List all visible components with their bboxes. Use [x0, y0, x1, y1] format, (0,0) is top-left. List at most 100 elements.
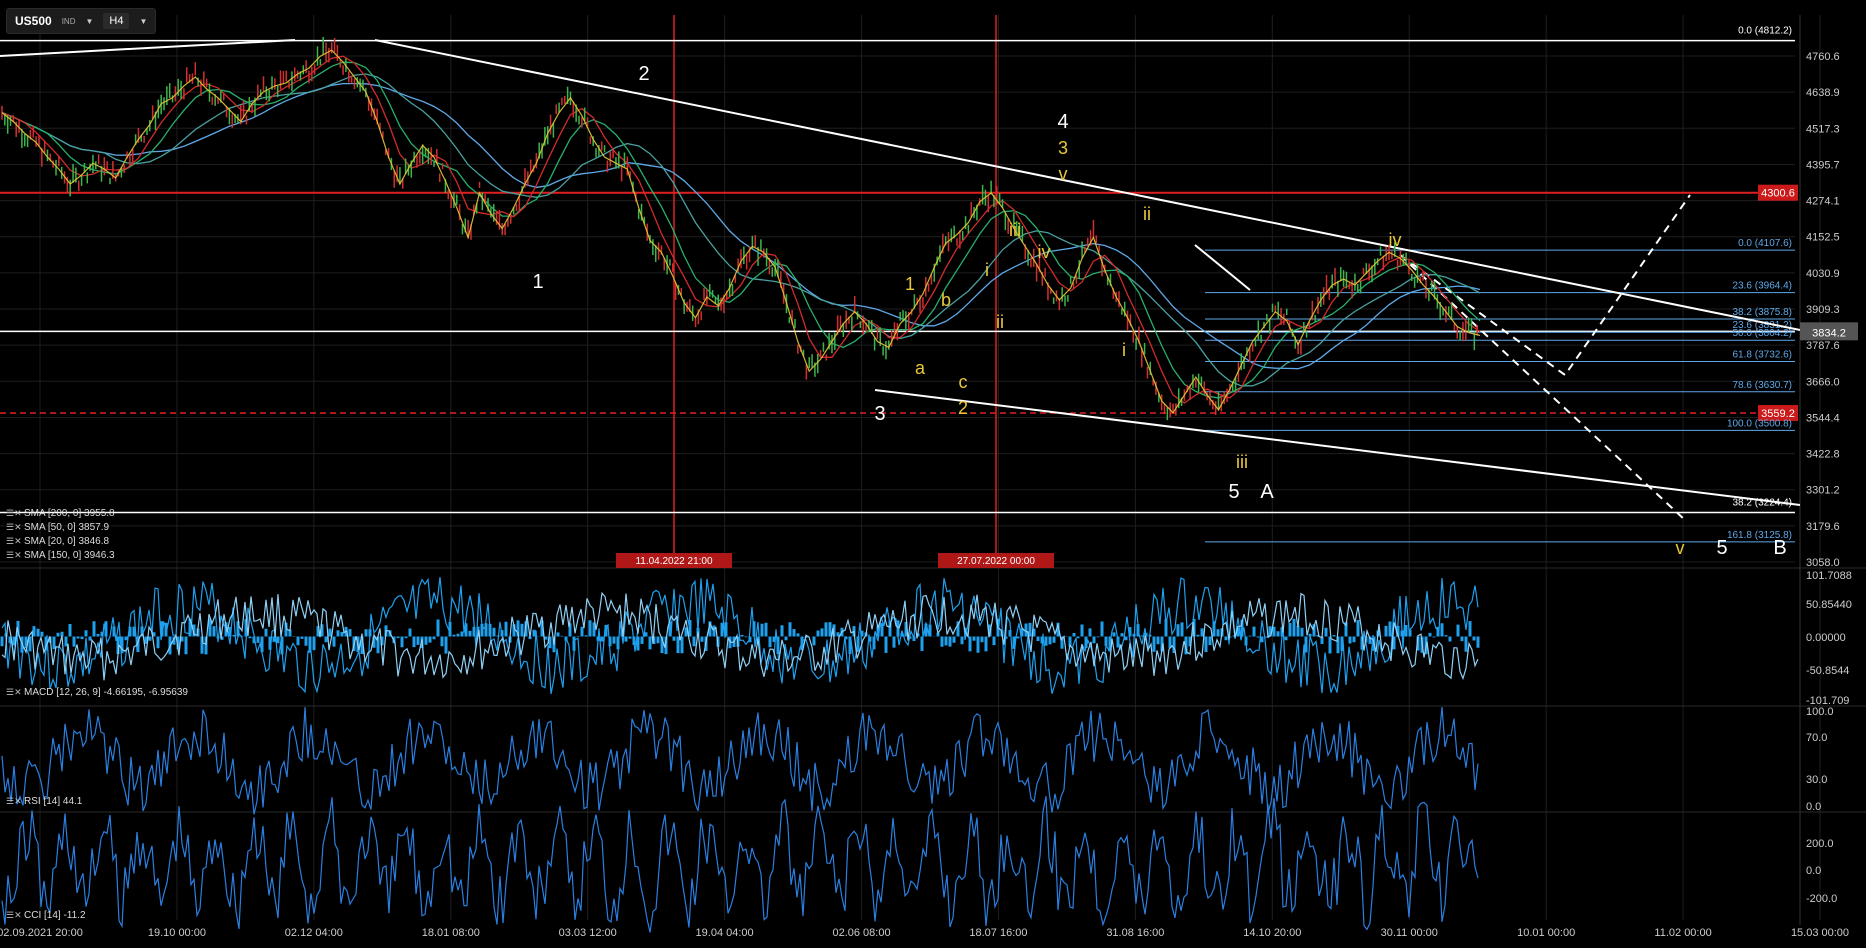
x-tick-label: 19.04 04:00: [696, 927, 754, 939]
x-tick-label: 02.06 08:00: [832, 927, 890, 939]
wave-label: 5: [1716, 537, 1727, 559]
y-tick-label: 0.00000: [1806, 632, 1846, 644]
instrument-type: IND: [61, 16, 76, 26]
wave-label: v: [1059, 164, 1068, 184]
vertical-marker-label: 27.07.2022 00:00: [957, 556, 1035, 567]
fib-level-label: 23.6 (3964.4): [1733, 281, 1793, 292]
wave-label: c: [959, 372, 968, 392]
indicator-legend-sma20[interactable]: ☰✕ SMA [20, 0] 3846.8: [6, 536, 109, 547]
cci-line: [1, 796, 1479, 933]
wave-label: ii: [996, 312, 1004, 332]
indicator-label: SMA [200, 0] 3955.8: [24, 508, 115, 519]
timeframe-select[interactable]: H4: [103, 13, 130, 29]
x-tick-label: 10.01 00:00: [1517, 927, 1575, 939]
y-tick-label: 4760.6: [1806, 51, 1840, 63]
y-tick-label: 0.0: [1806, 865, 1821, 877]
wave-label: v: [1676, 538, 1685, 558]
price-line: [1, 49, 1481, 414]
chevron-down-icon[interactable]: ▼: [85, 17, 93, 26]
settings-icon[interactable]: ☰✕: [6, 797, 22, 806]
y-tick-label: 3544.4: [1806, 412, 1840, 424]
trendline: [1194, 244, 1251, 291]
trendline: [374, 39, 1801, 331]
vertical-marker-label: 11.04.2022 21:00: [635, 556, 713, 567]
fib-level-label: 38.2 (3875.8): [1733, 307, 1793, 318]
wave-label: i: [985, 260, 989, 280]
x-tick-label: 03.03 12:00: [559, 927, 617, 939]
chevron-down-icon[interactable]: ▼: [139, 17, 147, 26]
projection-path: [1399, 194, 1691, 377]
y-tick-label: 70.0: [1806, 732, 1827, 744]
settings-icon[interactable]: ☰✕: [6, 911, 22, 920]
fib-level-label: 0.0 (4107.6): [1738, 238, 1792, 249]
x-tick-label: 30.11 00:00: [1381, 927, 1438, 939]
sma20-line: [1, 55, 1481, 404]
indicator-label: SMA [50, 0] 3857.9: [24, 522, 110, 533]
wave-label: 1: [532, 271, 543, 293]
settings-icon[interactable]: ☰✕: [6, 523, 22, 532]
x-tick-label: 19.10 00:00: [148, 927, 206, 939]
y-tick-label: -50.8544: [1806, 665, 1849, 677]
y-tick-label: -200.0: [1806, 893, 1837, 905]
x-tick-label: 15.03 00:00: [1791, 927, 1849, 939]
x-tick-label: 31.08 16:00: [1106, 927, 1164, 939]
y-tick-label: 4517.3: [1806, 123, 1840, 135]
wave-label: B: [1773, 537, 1786, 559]
indicator-legend-sma50[interactable]: ☰✕ SMA [50, 0] 3857.9: [6, 522, 109, 533]
y-tick-label: 3301.2: [1806, 485, 1840, 497]
level-badge-label: 4300.6: [1761, 188, 1795, 200]
symbol-label[interactable]: US500: [15, 14, 52, 28]
settings-icon[interactable]: ☰✕: [6, 537, 22, 546]
indicator-label: CCI [14] -11.2: [24, 910, 86, 921]
indicator-legend-cci[interactable]: ☰✕ CCI [14] -11.2: [6, 910, 86, 921]
level-label: 0.0 (4812.2): [1738, 26, 1792, 37]
fib-level-label: 50.0 (3804.2): [1733, 328, 1793, 339]
x-tick-label: 02.09.2021 20:00: [0, 927, 83, 939]
sma50-line: [1, 61, 1481, 399]
y-tick-label: 4030.9: [1806, 268, 1840, 280]
y-tick-label: 3666.0: [1806, 376, 1840, 388]
x-tick-label: 14.10 20:00: [1243, 927, 1301, 939]
wave-label: i: [1122, 340, 1126, 360]
y-tick-label: 3179.6: [1806, 521, 1840, 533]
indicator-label: SMA [20, 0] 3846.8: [24, 536, 110, 547]
wave-label: 3: [874, 403, 885, 425]
indicator-label: MACD [12, 26, 9] -4.66195, -6.95639: [24, 687, 188, 698]
y-tick-label: 0.0: [1806, 801, 1821, 813]
wave-label: iv: [1389, 230, 1402, 250]
settings-icon[interactable]: ☰✕: [6, 551, 22, 560]
rsi-line: [1, 706, 1479, 815]
indicator-legend-sma200[interactable]: ☰✕ SMA [200, 0] 3955.8: [6, 508, 115, 519]
wave-label: a: [915, 358, 926, 378]
wave-label: 3: [1058, 138, 1068, 158]
wave-label: 5: [1228, 481, 1239, 503]
y-tick-label: 50.85440: [1806, 599, 1852, 611]
wave-label: b: [941, 290, 951, 310]
y-tick-label: 3909.3: [1806, 304, 1840, 316]
y-tick-label: 3058.0: [1806, 557, 1840, 569]
settings-icon[interactable]: ☰✕: [6, 509, 22, 518]
trendline: [0, 39, 296, 57]
fib-level-label: 61.8 (3732.6): [1733, 350, 1793, 361]
fib-level-label: 100.0 (3500.8): [1727, 418, 1792, 429]
wave-label: ii: [1143, 204, 1151, 224]
price-chart[interactable]: 11.04.2022 21:00 27.07.2022 00:00 0.0 (481…: [0, 0, 1866, 948]
chart-toolbar: US500 IND ▼ H4 ▼: [6, 8, 157, 34]
indicator-legend-sma150[interactable]: ☰✕ SMA [150, 0] 3946.3: [6, 550, 115, 561]
y-tick-label: 4152.5: [1806, 232, 1840, 244]
y-tick-label: 3422.8: [1806, 449, 1840, 461]
y-tick-label: 101.7088: [1806, 570, 1852, 582]
wave-label: A: [1260, 481, 1274, 503]
candles: [1, 36, 1478, 421]
settings-icon[interactable]: ☰✕: [6, 688, 22, 697]
indicator-legend-rsi[interactable]: ☰✕ RSI [14] 44.1: [6, 796, 82, 807]
x-tick-label: 11.02 00:00: [1654, 927, 1711, 939]
y-tick-label: 100.0: [1806, 706, 1834, 718]
indicator-label: SMA [150, 0] 3946.3: [24, 550, 115, 561]
wave-label: 2: [638, 63, 649, 85]
macd-line: [1, 577, 1479, 695]
indicator-legend-macd[interactable]: ☰✕ MACD [12, 26, 9] -4.66195, -6.95639: [6, 687, 188, 698]
wave-label: 1: [905, 274, 915, 294]
y-tick-label: 4395.7: [1806, 159, 1840, 171]
indicator-label: RSI [14] 44.1: [24, 796, 83, 807]
